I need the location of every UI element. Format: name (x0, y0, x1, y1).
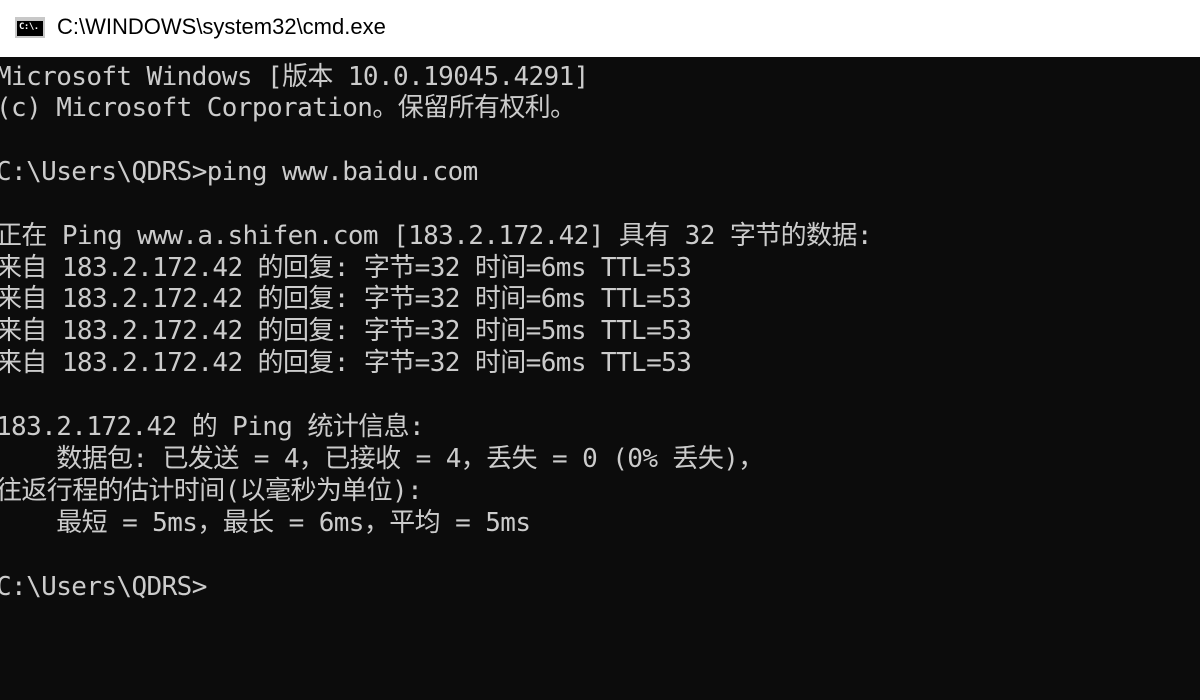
console-line: 正在 Ping www.a.shifen.com [183.2.172.42] … (0, 221, 873, 251)
window-title: C:\WINDOWS\system32\cmd.exe (57, 14, 386, 39)
console-output[interactable]: Microsoft Windows [版本 10.0.19045.4291] (… (0, 57, 1200, 700)
title-bar[interactable]: C:\. C:\WINDOWS\system32\cmd.exe (0, 0, 1200, 57)
ping-reply-line: 来自 183.2.172.42 的回复: 字节=32 时间=6ms TTL=53 (0, 348, 692, 378)
ping-reply-line: 来自 183.2.172.42 的回复: 字节=32 时间=5ms TTL=53 (0, 316, 692, 346)
command-line: C:\Users\QDRS>ping www.baidu.com (0, 157, 478, 187)
console-line: 往返行程的估计时间(以毫秒为单位): (0, 476, 423, 506)
ping-reply-line: 来自 183.2.172.42 的回复: 字节=32 时间=6ms TTL=53 (0, 253, 692, 283)
console-line: 最短 = 5ms，最长 = 6ms，平均 = 5ms (0, 508, 531, 538)
cmd-icon-label: C:\. (19, 22, 39, 32)
console-line: 183.2.172.42 的 Ping 统计信息: (0, 412, 425, 442)
console-line: Microsoft Windows [版本 10.0.19045.4291] (0, 62, 589, 92)
cmd-window: C:\. C:\WINDOWS\system32\cmd.exe Microso… (0, 0, 1200, 700)
console-line: 数据包: 已发送 = 4，已接收 = 4，丢失 = 0 (0% 丢失)， (0, 444, 764, 474)
cmd-icon[interactable]: C:\. (15, 17, 45, 38)
ping-reply-line: 来自 183.2.172.42 的回复: 字节=32 时间=6ms TTL=53 (0, 284, 692, 314)
prompt-line[interactable]: C:\Users\QDRS> (0, 571, 207, 603)
console-line: (c) Microsoft Corporation。保留所有权利。 (0, 93, 576, 123)
